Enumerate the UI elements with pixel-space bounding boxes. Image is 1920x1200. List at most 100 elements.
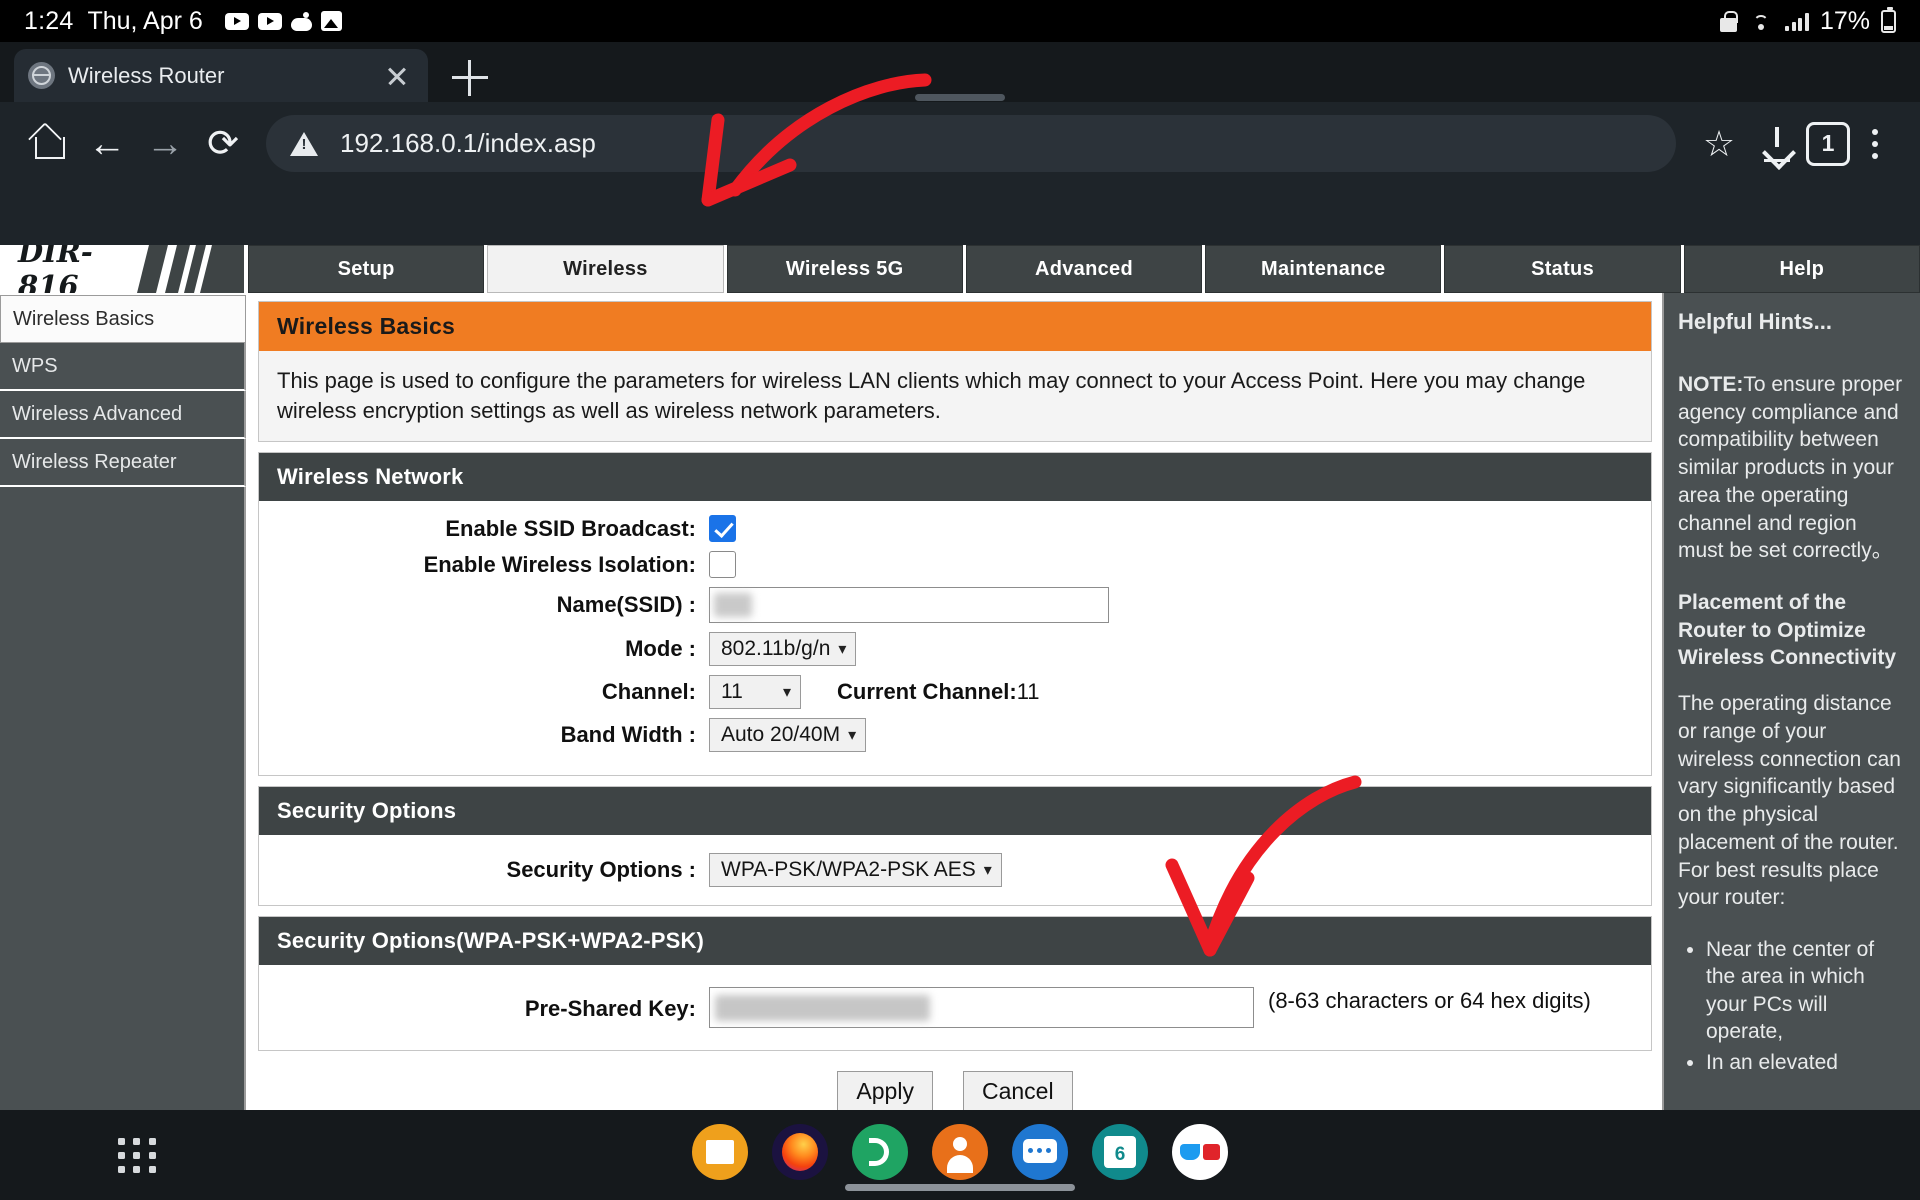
notes-app-icon[interactable] [692, 1124, 748, 1180]
apply-button[interactable]: Apply [837, 1071, 933, 1115]
taskbar-dock: 6 [692, 1124, 1228, 1180]
new-tab-button[interactable] [452, 60, 488, 96]
tab-wireless-5g[interactable]: Wireless 5G [726, 245, 963, 293]
forward-icon[interactable]: → [136, 115, 194, 173]
list-item: In an elevated [1706, 1049, 1906, 1076]
status-time: 1:24 [24, 6, 74, 35]
insecure-warning-icon[interactable] [290, 131, 318, 156]
label-ssid: Name(SSID) : [556, 592, 696, 618]
reload-glyph: ⟳ [207, 122, 239, 165]
status-bar-left: 1:24 Thu, Apr 6 [24, 7, 342, 36]
window-drag-handle[interactable] [915, 94, 1005, 101]
ssid-input[interactable] [709, 587, 1109, 624]
label-mode: Mode : [625, 636, 696, 662]
tab-advanced[interactable]: Advanced [965, 245, 1203, 293]
tab-counter-button[interactable]: 1 [1806, 121, 1850, 166]
reload-icon[interactable]: ⟳ [194, 115, 252, 173]
hints-placement-text: The operating distance or range of your … [1678, 692, 1901, 910]
mode-select[interactable]: 802.11b/g/n ▾ [709, 632, 857, 667]
contacts-app-icon[interactable] [932, 1124, 988, 1180]
security-options-fields: Security Options : WPA-PSK/WPA2-PSK AES … [259, 835, 1651, 906]
wireless-network-section-title: Wireless Network [259, 453, 1651, 502]
messages-app-icon[interactable] [1012, 1124, 1068, 1180]
label-channel: Channel: [601, 679, 696, 705]
tab-setup[interactable]: Setup [248, 245, 485, 293]
tab-wireless[interactable]: Wireless [487, 245, 724, 293]
psk-section-title: Security Options(WPA-PSK+WPA2-PSK) [259, 917, 1651, 966]
battery-icon [1881, 6, 1896, 33]
label-security-options: Security Options : [506, 857, 696, 883]
hints-placement-heading: Placement of the Router to Optimize Wire… [1678, 591, 1897, 670]
router-tabs: Setup Wireless Wireless 5G Advanced Main… [245, 245, 1920, 293]
checkbox-enable-wireless-isolation[interactable] [709, 551, 736, 579]
twitter-app-icon[interactable] [1172, 1124, 1228, 1180]
calendar-app-icon[interactable]: 6 [1092, 1124, 1148, 1180]
preshared-key-input[interactable] [709, 987, 1254, 1029]
close-icon[interactable] [380, 59, 414, 93]
sidebar-item-wireless-repeater[interactable]: Wireless Repeater [0, 439, 246, 487]
field-row-preshared-key: Pre-Shared Key: (8-63 characters or 64 h… [259, 987, 1651, 1029]
router-body: Wireless Basics WPS Wireless Advanced Wi… [0, 293, 1920, 1152]
youtube-icon [224, 12, 249, 30]
back-icon[interactable]: ← [78, 115, 136, 173]
download-icon[interactable] [1748, 115, 1806, 173]
brand-stripe [156, 245, 177, 293]
sidebar-item-wireless-advanced[interactable]: Wireless Advanced [0, 391, 246, 439]
router-admin-page: DIR-816 Setup Wireless Wireless 5G Advan… [0, 245, 1920, 1152]
status-notification-icons [224, 11, 342, 31]
browser-tab-title: Wireless Router [68, 62, 225, 88]
browser-tab-strip: Wireless Router [0, 42, 1920, 102]
router-sidebar: Wireless Basics WPS Wireless Advanced Wi… [0, 293, 246, 1152]
channel-select[interactable]: 11 ▾ [709, 675, 801, 710]
security-options-select[interactable]: WPA-PSK/WPA2-PSK AES ▾ [709, 853, 1002, 888]
firefox-app-icon[interactable] [772, 1124, 828, 1180]
brand-model-text: DIR-816 [17, 245, 93, 293]
form-actions: Apply Cancel [258, 1061, 1652, 1115]
overflow-menu-icon[interactable] [1850, 115, 1900, 173]
home-icon[interactable] [20, 115, 78, 173]
bandwidth-select[interactable]: Auto 20/40M ▾ [709, 718, 867, 753]
reddit-icon [290, 11, 312, 31]
psk-fields: Pre-Shared Key: (8-63 characters or 64 h… [259, 965, 1651, 1051]
home-pill[interactable] [845, 1184, 1075, 1191]
current-channel-value: 11 [1016, 679, 1040, 705]
bookmark-star-icon[interactable]: ☆ [1690, 115, 1748, 173]
label-bandwidth: Band Width : [560, 722, 696, 748]
signal-icon [1785, 12, 1809, 31]
status-bar-right: 17% [1720, 6, 1896, 36]
android-nav-bar: 6 [0, 1110, 1920, 1200]
hints-note: NOTE:To ensure proper agency compliance … [1678, 371, 1906, 565]
label-enable-wireless-isolation: Enable Wireless Isolation: [423, 551, 696, 577]
forward-arrow-glyph: → [146, 122, 184, 165]
app-grid-icon[interactable] [118, 1138, 158, 1174]
sidebar-item-wireless-basics[interactable]: Wireless Basics [0, 295, 246, 343]
field-row-ssid: Name(SSID) : [259, 587, 1651, 624]
sidebar-filler [0, 487, 246, 1147]
browser-tab[interactable]: Wireless Router [14, 49, 428, 102]
hints-bullet-list: Near the center of the area in which you… [1706, 936, 1906, 1076]
current-channel-label: Current Channel: [837, 679, 1017, 705]
tab-maintenance[interactable]: Maintenance [1205, 245, 1442, 293]
sidebar-item-wps[interactable]: WPS [0, 343, 246, 391]
android-status-bar: 1:24 Thu, Apr 6 17% [0, 0, 1920, 42]
router-top-nav: DIR-816 Setup Wireless Wireless 5G Advan… [0, 245, 1920, 293]
field-row-ssid-broadcast: Enable SSID Broadcast: [259, 515, 1651, 543]
tab-help[interactable]: Help [1683, 245, 1920, 293]
hints-title: Helpful Hints... [1678, 309, 1832, 334]
cancel-button[interactable]: Cancel [962, 1071, 1073, 1115]
page-description: This page is used to configure the param… [259, 351, 1651, 442]
brand-plate: DIR-816 [0, 245, 149, 293]
phone-app-icon[interactable] [852, 1124, 908, 1180]
brand-stripe [194, 245, 212, 293]
redacted-ssid-value [714, 593, 752, 618]
wireless-network-panel: Wireless Network Enable SSID Broadcast: … [258, 452, 1652, 777]
checkbox-enable-ssid-broadcast[interactable] [709, 515, 736, 543]
preshared-key-hint: (8-63 characters or 64 hex digits) [1268, 988, 1591, 1014]
wifi-icon [1748, 11, 1774, 31]
brand-stripe [178, 245, 196, 293]
label-preshared-key: Pre-Shared Key: [524, 996, 696, 1022]
tab-status[interactable]: Status [1444, 245, 1681, 293]
back-arrow-glyph: ← [88, 122, 126, 165]
url-bar[interactable]: 192.168.0.1/index.asp [266, 115, 1676, 172]
star-glyph: ☆ [1702, 122, 1736, 164]
